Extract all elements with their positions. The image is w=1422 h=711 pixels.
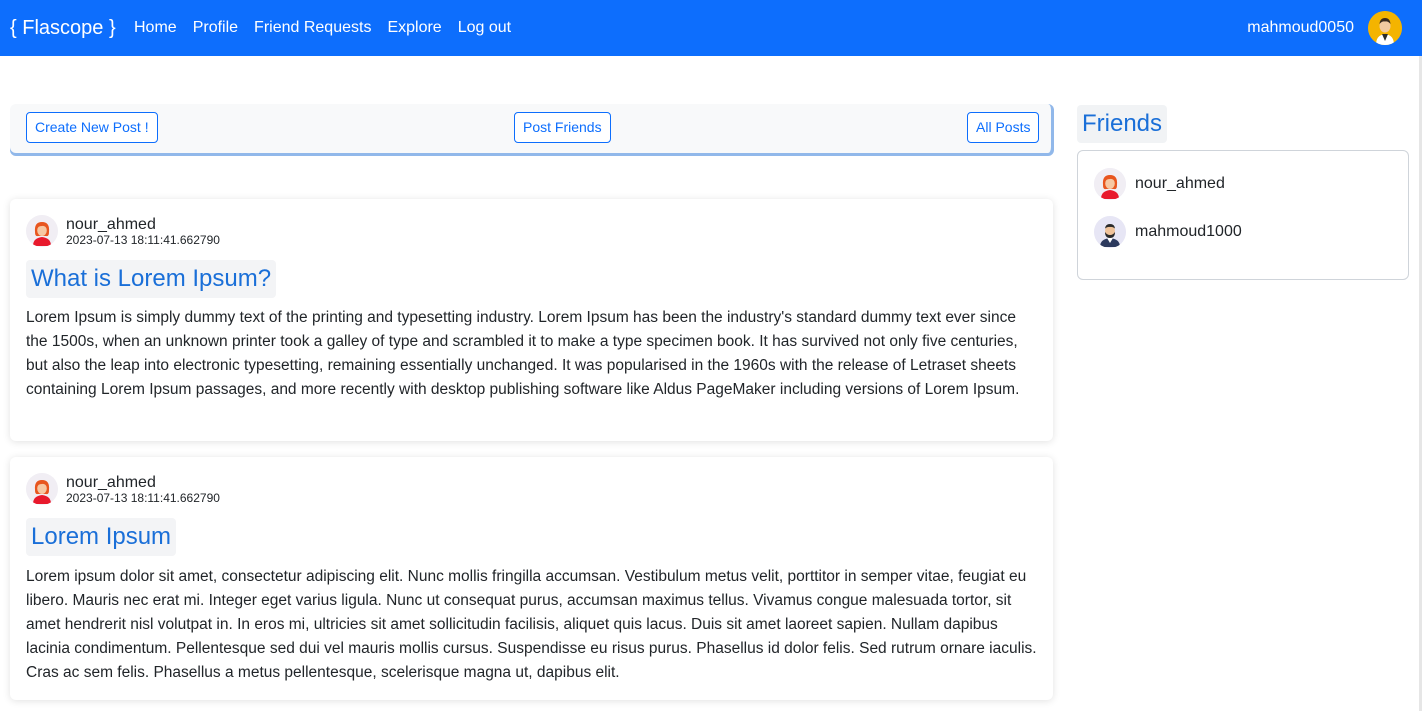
user-avatar-icon[interactable]	[1368, 11, 1402, 45]
male-avatar-icon	[1094, 216, 1126, 248]
create-post-button[interactable]: Create New Post !	[26, 112, 158, 143]
brand-logo[interactable]: { Flascope }	[10, 16, 116, 40]
all-posts-button[interactable]: All Posts	[967, 112, 1040, 143]
post-author[interactable]: nour_ahmed	[66, 474, 156, 492]
post-card: nour_ahmed 2023-07-13 18:11:41.662790 Lo…	[10, 457, 1053, 700]
post-body: Lorem ipsum dolor sit amet, consectetur …	[26, 568, 1037, 681]
post-card: nour_ahmed 2023-07-13 18:11:41.662790 Wh…	[10, 199, 1053, 441]
post-author[interactable]: nour_ahmed	[66, 216, 156, 234]
friend-name[interactable]: mahmoud1000	[1135, 222, 1242, 242]
friend-item[interactable]: mahmoud1000	[1094, 216, 1242, 248]
post-timestamp: 2023-07-13 18:11:41.662790	[66, 233, 220, 247]
female-avatar-icon[interactable]	[26, 215, 58, 247]
friend-item[interactable]: nour_ahmed	[1094, 168, 1225, 200]
nav-username[interactable]: mahmoud0050	[1247, 18, 1354, 38]
female-avatar-icon	[1094, 168, 1126, 200]
nav-link-friend-requests[interactable]: Friend Requests	[246, 18, 379, 38]
nav-link-explore[interactable]: Explore	[379, 18, 449, 38]
female-avatar-icon[interactable]	[26, 473, 58, 505]
post-friends-button[interactable]: Post Friends	[514, 112, 611, 143]
post-timestamp: 2023-07-13 18:11:41.662790	[66, 491, 220, 505]
friends-heading: Friends	[1077, 105, 1168, 143]
friends-list: nour_ahmed mahmoud1000	[1077, 150, 1409, 280]
friend-name[interactable]: nour_ahmed	[1135, 174, 1225, 194]
post-body: Lorem Ipsum is simply dummy text of the …	[26, 309, 1020, 398]
top-navbar: { Flascope } Home Profile Friend Request…	[0, 0, 1422, 56]
post-toolbar: Create New Post ! Post Friends All Posts	[10, 104, 1054, 153]
nav-link-profile[interactable]: Profile	[185, 18, 246, 38]
post-title[interactable]: What is Lorem Ipsum?	[26, 260, 277, 298]
nav-link-logout[interactable]: Log out	[450, 18, 519, 38]
post-title[interactable]: Lorem Ipsum	[26, 518, 177, 556]
nav-link-home[interactable]: Home	[126, 18, 185, 38]
nav-links: Home Profile Friend Requests Explore Log…	[126, 18, 519, 38]
